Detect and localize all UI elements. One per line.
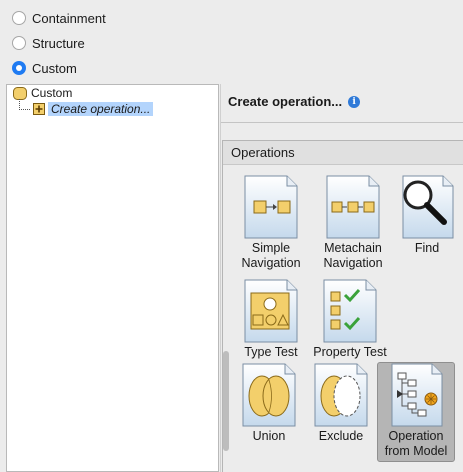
op-operation-from-model[interactable]: Operation from Model (377, 362, 455, 462)
info-icon[interactable]: i (348, 95, 361, 108)
op-label: Operation from Model (384, 429, 448, 458)
op-label: Simple Navigation (241, 241, 301, 270)
operations-panel: Operations Simple Navigation Metachain N… (222, 140, 463, 472)
op-simple-navigation[interactable]: Simple Navigation (232, 175, 310, 271)
radio-structure[interactable]: Structure (0, 31, 85, 55)
op-label: Type Test (244, 345, 298, 359)
op-union[interactable]: Union (230, 363, 308, 444)
radio-containment[interactable]: Containment (0, 6, 106, 30)
op-find[interactable]: Find (388, 175, 463, 256)
radio-label: Containment (32, 10, 106, 26)
type-test-icon (244, 279, 298, 343)
op-property-test[interactable]: Property Test (311, 279, 389, 360)
op-label: Exclude (318, 429, 364, 443)
metachain-navigation-icon (326, 175, 380, 239)
radio-button[interactable] (12, 11, 26, 25)
radio-custom[interactable]: Custom (0, 56, 77, 80)
radio-button[interactable] (12, 36, 26, 50)
op-metachain-navigation[interactable]: Metachain Navigation (314, 175, 392, 271)
panel-title: Create operation... i (228, 94, 361, 109)
op-label: Property Test (313, 345, 387, 359)
plus-box-icon (33, 103, 45, 115)
custom-tree[interactable]: Custom Create operation... (6, 84, 219, 472)
union-icon (242, 363, 296, 427)
tree-node-create-operation[interactable]: Create operation... (33, 102, 154, 116)
op-label: Union (252, 429, 286, 443)
op-label: Metachain Navigation (323, 241, 383, 270)
op-label: Find (414, 241, 440, 255)
op-type-test[interactable]: Type Test (232, 279, 310, 360)
operation-from-model-icon (391, 363, 443, 427)
radio-label: Structure (32, 35, 85, 51)
tree-node-label: Create operation... (48, 102, 154, 116)
tree-node-label: Custom (31, 86, 73, 100)
divider (221, 122, 463, 123)
folder-icon (13, 86, 27, 100)
tree-connector (19, 99, 30, 110)
scrollbar[interactable] (223, 351, 229, 451)
operations-header: Operations (223, 141, 463, 165)
tree-node-root[interactable]: Custom (13, 86, 72, 100)
find-icon (402, 175, 454, 239)
radio-label: Custom (32, 60, 77, 76)
exclude-icon (314, 363, 368, 427)
simple-navigation-icon (244, 175, 298, 239)
op-exclude[interactable]: Exclude (302, 363, 380, 444)
panel-title-text: Create operation... (228, 94, 343, 109)
radio-button[interactable] (12, 61, 26, 75)
property-test-icon (323, 279, 377, 343)
panel-divider[interactable] (220, 84, 221, 472)
